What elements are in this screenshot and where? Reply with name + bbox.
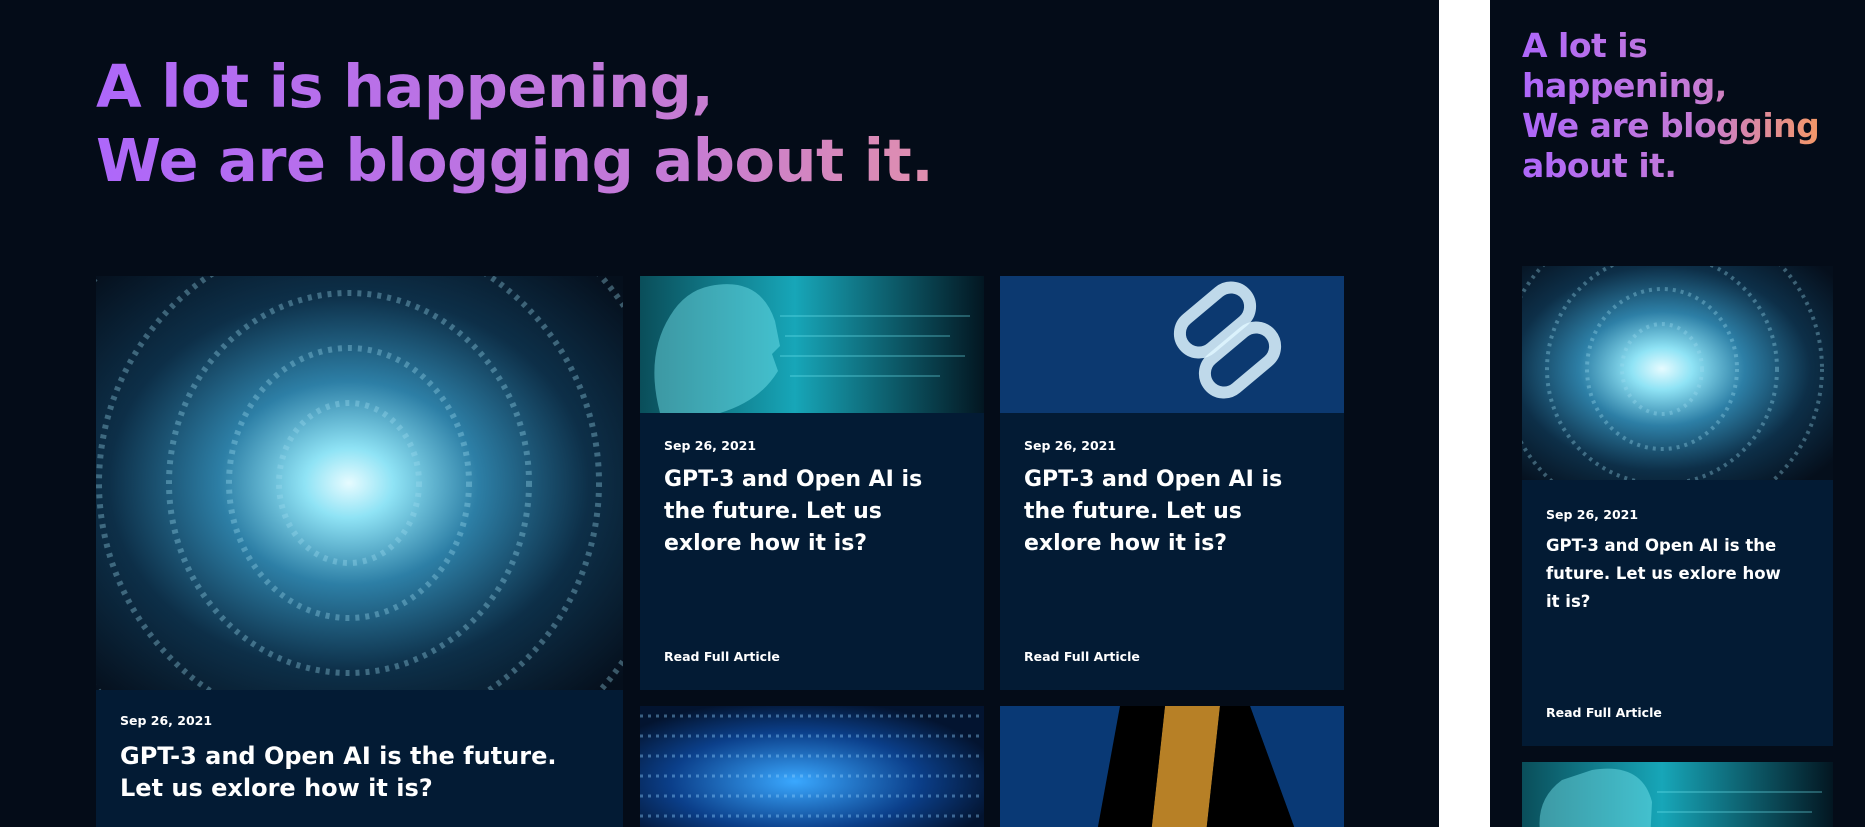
heading-line-3: We are blogging — [1522, 106, 1820, 145]
binary-tunnel-image — [96, 276, 623, 690]
featured-article-card[interactable]: Sep 26, 2021 GPT-3 and Open AI is the fu… — [1522, 266, 1833, 746]
ai-head-image — [1522, 762, 1833, 827]
article-card[interactable]: Sep 26, 2021 GPT-3 and Open AI is the fu… — [1000, 276, 1344, 690]
article-card[interactable] — [640, 706, 984, 827]
heading-line-2: We are blogging about it. — [96, 126, 934, 195]
article-card[interactable] — [1522, 762, 1833, 827]
article-date: Sep 26, 2021 — [120, 713, 213, 728]
read-full-article-link[interactable]: Read Full Article — [1024, 649, 1140, 664]
blog-heading: A lot is happening, We are blogging abou… — [1522, 26, 1819, 186]
article-title[interactable]: GPT-3 and Open AI is the future. Let us … — [664, 464, 964, 560]
article-date: Sep 26, 2021 — [1546, 507, 1639, 522]
read-full-article-link[interactable]: Read Full Article — [1546, 705, 1662, 720]
heading-line-2: happening, — [1522, 66, 1727, 105]
binary-road-image — [1000, 706, 1344, 827]
blog-heading: A lot is happening, We are blogging abou… — [96, 50, 933, 198]
article-card[interactable]: Sep 26, 2021 GPT-3 and Open AI is the fu… — [640, 276, 984, 690]
heading-line-1: A lot is happening, — [96, 52, 714, 121]
read-full-article-link[interactable]: Read Full Article — [664, 649, 780, 664]
heading-line-1: A lot is — [1522, 26, 1648, 65]
blog-section-desktop: A lot is happening, We are blogging abou… — [0, 0, 1439, 827]
ai-head-image — [640, 276, 984, 413]
article-card[interactable] — [1000, 706, 1344, 827]
featured-article-card[interactable]: Sep 26, 2021 GPT-3 and Open AI is the fu… — [96, 276, 623, 827]
article-date: Sep 26, 2021 — [664, 438, 757, 453]
article-title[interactable]: GPT-3 and Open AI is the future. Let us … — [120, 740, 600, 804]
binary-tunnel-image — [1522, 266, 1833, 480]
article-title[interactable]: GPT-3 and Open AI is the future. Let us … — [1546, 532, 1796, 616]
article-title[interactable]: GPT-3 and Open AI is the future. Let us … — [1024, 464, 1324, 560]
heading-line-4: about it. — [1522, 146, 1677, 185]
chain-link-image — [1000, 276, 1344, 413]
article-date: Sep 26, 2021 — [1024, 438, 1117, 453]
blog-section-mobile: A lot is happening, We are blogging abou… — [1490, 0, 1865, 827]
binary-blue-image — [640, 706, 984, 827]
